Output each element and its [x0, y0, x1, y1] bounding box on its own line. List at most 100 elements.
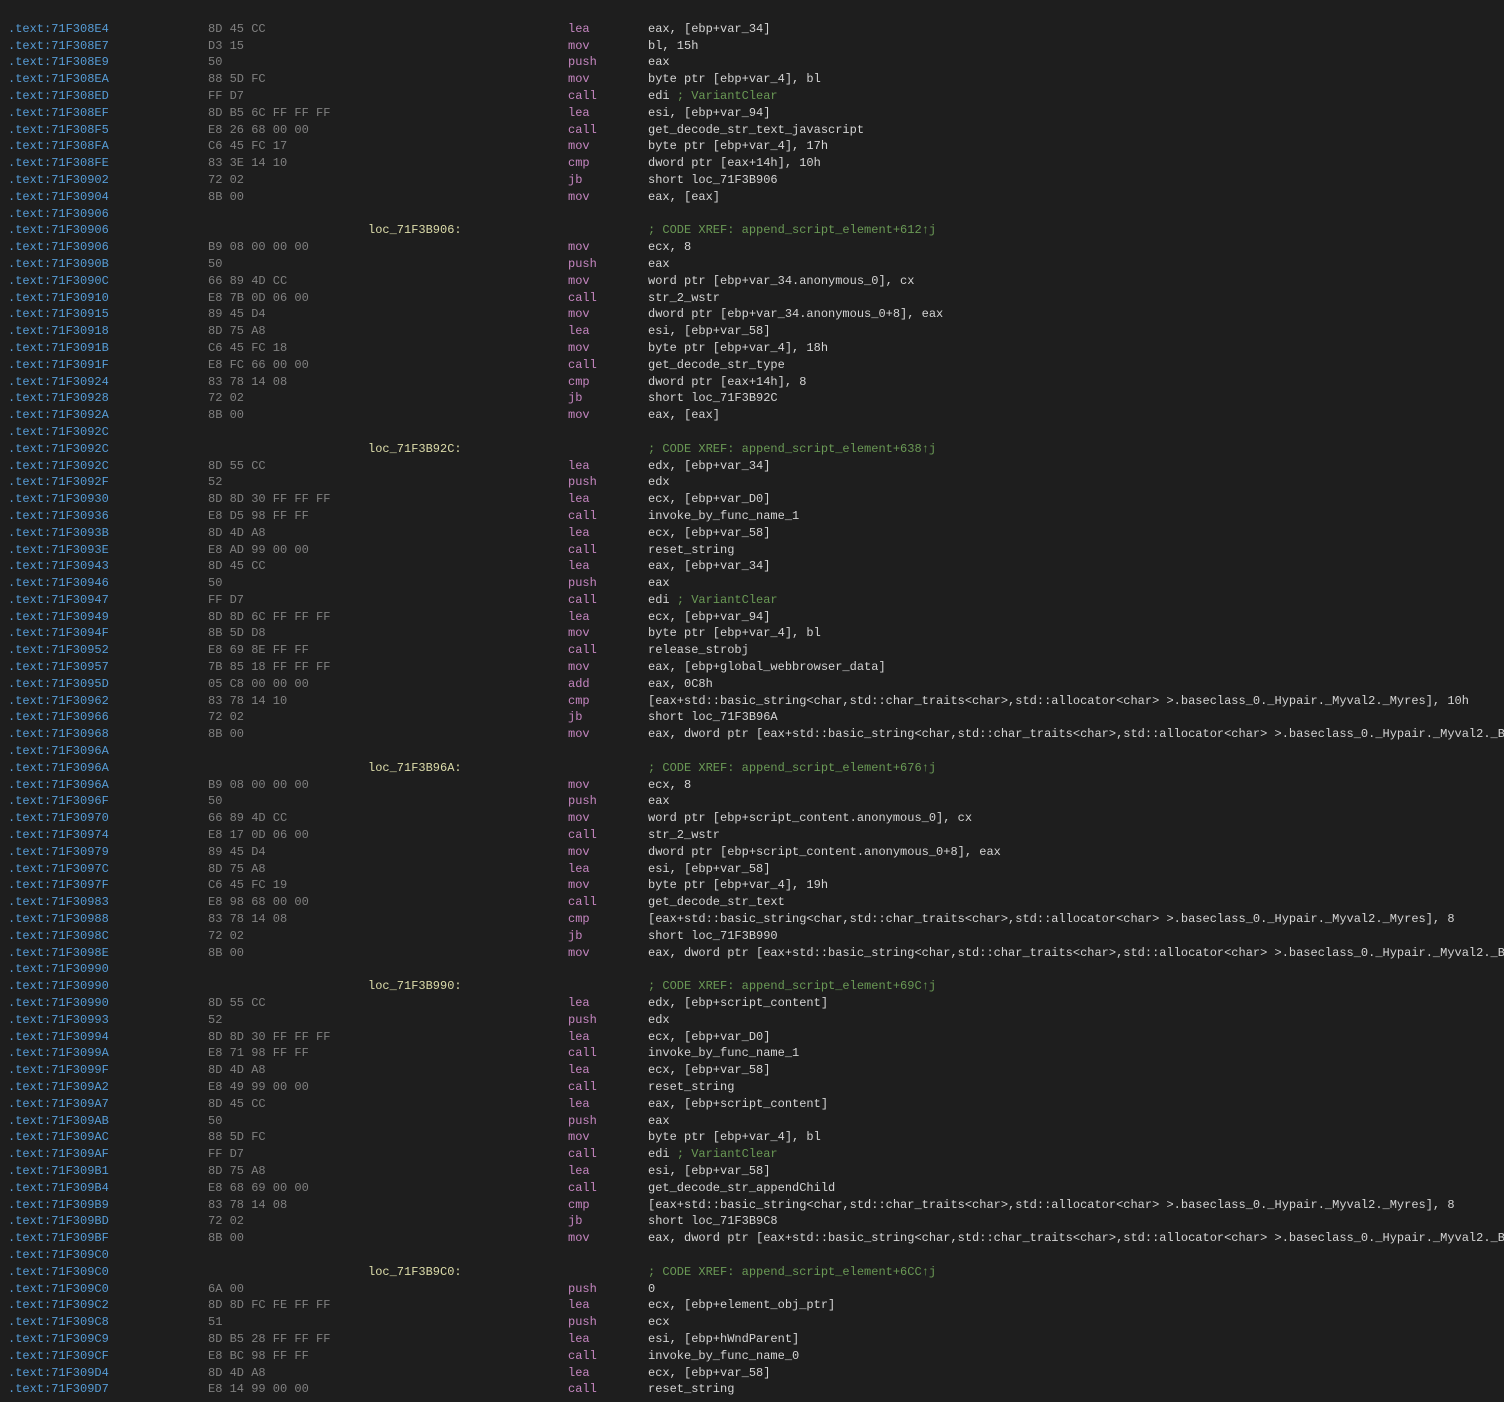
code-line[interactable]: .text:71F3092C [0, 424, 1504, 441]
code-line[interactable]: .text:71F309AC88 5D FCmovbyte ptr [ebp+v… [0, 1129, 1504, 1146]
code-line[interactable]: .text:71F308EF8D B5 6C FF FF FFleaesi, [… [0, 105, 1504, 122]
code-line[interactable]: .text:71F3094F8B 5D D8movbyte ptr [ebp+v… [0, 625, 1504, 642]
code-line[interactable]: .text:71F30990loc_71F3B990:; CODE XREF: … [0, 978, 1504, 995]
code-line[interactable]: .text:71F30974E8 17 0D 06 00callstr_2_ws… [0, 827, 1504, 844]
code-line[interactable]: .text:71F3097066 89 4D CCmovword ptr [eb… [0, 810, 1504, 827]
code-line[interactable]: .text:71F309D48D 4D A8leaecx, [ebp+var_5… [0, 1365, 1504, 1382]
code-line[interactable]: .text:71F30936E8 D5 98 FF FFcallinvoke_b… [0, 508, 1504, 525]
code-line[interactable]: .text:71F308EDFF D7calledi ; VariantClea… [0, 88, 1504, 105]
code-line[interactable]: .text:71F3090B50pusheax [0, 256, 1504, 273]
address: .text:71F30904 [8, 189, 208, 206]
address: .text:71F3095D [8, 676, 208, 693]
code-line[interactable]: .text:71F308E7D3 15movbl, 15h [0, 38, 1504, 55]
code-line[interactable]: .text:71F30990 [0, 961, 1504, 978]
address: .text:71F3091F [8, 357, 208, 374]
code-line[interactable]: .text:71F3092483 78 14 08cmpdword ptr [e… [0, 374, 1504, 391]
code-line[interactable]: .text:71F309CFE8 BC 98 FF FFcallinvoke_b… [0, 1348, 1504, 1365]
code-line[interactable]: .text:71F3092872 02jbshort loc_71F3B92C [0, 390, 1504, 407]
code-line[interactable]: .text:71F3090272 02jbshort loc_71F3B906 [0, 172, 1504, 189]
code-line[interactable]: .text:71F3095D05 C8 00 00 00addeax, 0C8h [0, 676, 1504, 693]
code-line[interactable]: .text:71F309948D 8D 30 FF FF FFleaecx, [… [0, 1029, 1504, 1046]
code-line[interactable]: .text:71F309B983 78 14 08cmp[eax+std::ba… [0, 1197, 1504, 1214]
code-line[interactable]: .text:71F309908D 55 CCleaedx, [ebp+scrip… [0, 995, 1504, 1012]
code-line[interactable]: .text:71F309C28D 8D FC FE FF FFleaecx, [… [0, 1297, 1504, 1314]
code-line[interactable]: .text:71F3096672 02jbshort loc_71F3B96A [0, 709, 1504, 726]
address: .text:71F309D4 [8, 1365, 208, 1382]
code-line[interactable]: .text:71F3091BC6 45 FC 18movbyte ptr [eb… [0, 340, 1504, 357]
code-line[interactable]: .text:71F3097C8D 75 A8leaesi, [ebp+var_5… [0, 861, 1504, 878]
code-line[interactable]: .text:71F308E48D 45 CCleaeax, [ebp+var_3… [0, 21, 1504, 38]
code-line[interactable]: .text:71F309C851pushecx [0, 1314, 1504, 1331]
code-line[interactable]: .text:71F3093EE8 AD 99 00 00callreset_st… [0, 542, 1504, 559]
code-line[interactable]: .text:71F309577B 85 18 FF FF FFmoveax, [… [0, 659, 1504, 676]
code-line[interactable]: .text:71F30906 [0, 206, 1504, 223]
code-line[interactable]: .text:71F3096AB9 08 00 00 00movecx, 8 [0, 777, 1504, 794]
code-line[interactable]: .text:71F309C0loc_71F3B9C0:; CODE XREF: … [0, 1264, 1504, 1281]
disassembly-view: .text:71F308E48D 45 CCleaeax, [ebp+var_3… [0, 0, 1504, 1402]
address: .text:71F3090C [8, 273, 208, 290]
code-line[interactable]: .text:71F308EA88 5D FCmovbyte ptr [ebp+v… [0, 71, 1504, 88]
code-line[interactable]: .text:71F309C0 [0, 1247, 1504, 1264]
address: .text:71F30983 [8, 894, 208, 911]
code-line[interactable]: .text:71F3092C8D 55 CCleaedx, [ebp+var_3… [0, 458, 1504, 475]
mnemonic: jb [568, 709, 648, 726]
code-line[interactable]: .text:71F3096F50pusheax [0, 793, 1504, 810]
code-line[interactable]: .text:71F3096283 78 14 10cmp[eax+std::ba… [0, 693, 1504, 710]
address: .text:71F30946 [8, 575, 208, 592]
code-line[interactable]: .text:71F3091589 45 D4movdword ptr [ebp+… [0, 306, 1504, 323]
code-line[interactable]: .text:71F3099F8D 4D A8leaecx, [ebp+var_5… [0, 1062, 1504, 1079]
code-line[interactable]: .text:71F309048B 00moveax, [eax] [0, 189, 1504, 206]
code-line[interactable]: .text:71F309AFFF D7calledi ; VariantClea… [0, 1146, 1504, 1163]
code-line[interactable]: .text:71F30906loc_71F3B906:; CODE XREF: … [0, 222, 1504, 239]
operands: get_decode_str_text_javascript [648, 122, 1496, 139]
operands: edi ; VariantClear [648, 592, 1496, 609]
code-line[interactable]: .text:71F309438D 45 CCleaeax, [ebp+var_3… [0, 558, 1504, 575]
label [368, 877, 568, 894]
code-line[interactable]: .text:71F3098C72 02jbshort loc_71F3B990 [0, 928, 1504, 945]
code-line[interactable]: .text:71F3091FE8 FC 66 00 00callget_deco… [0, 357, 1504, 374]
address: .text:71F30947 [8, 592, 208, 609]
code-line[interactable]: .text:71F309BF8B 00moveax, dword ptr [ea… [0, 1230, 1504, 1247]
code-line[interactable]: .text:71F3092Cloc_71F3B92C:; CODE XREF: … [0, 441, 1504, 458]
code-line[interactable]: .text:71F309D7E8 14 99 00 00callreset_st… [0, 1381, 1504, 1398]
code-line[interactable]: .text:71F3096Aloc_71F3B96A:; CODE XREF: … [0, 760, 1504, 777]
code-line[interactable]: .text:71F30947FF D7calledi ; VariantClea… [0, 592, 1504, 609]
code-line[interactable]: .text:71F309B18D 75 A8leaesi, [ebp+var_5… [0, 1163, 1504, 1180]
code-line[interactable]: .text:71F308F5E8 26 68 00 00callget_deco… [0, 122, 1504, 139]
label [368, 1096, 568, 1113]
code-line[interactable]: .text:71F309A2E8 49 99 00 00callreset_st… [0, 1079, 1504, 1096]
code-line[interactable]: .text:71F3099AE8 71 98 FF FFcallinvoke_b… [0, 1045, 1504, 1062]
code-line[interactable]: .text:71F309308D 8D 30 FF FF FFleaecx, [… [0, 491, 1504, 508]
code-line[interactable]: .text:71F309BD72 02jbshort loc_71F3B9C8 [0, 1213, 1504, 1230]
code-line[interactable]: .text:71F309A78D 45 CCleaeax, [ebp+scrip… [0, 1096, 1504, 1113]
code-line[interactable]: .text:71F30910E8 7B 0D 06 00callstr_2_ws… [0, 290, 1504, 307]
code-line[interactable]: .text:71F3098E8B 00moveax, dword ptr [ea… [0, 945, 1504, 962]
code-line[interactable]: .text:71F30952E8 69 8E FF FFcallrelease_… [0, 642, 1504, 659]
code-line[interactable]: .text:71F3092F52pushedx [0, 474, 1504, 491]
code-line[interactable]: .text:71F308E950pusheax [0, 54, 1504, 71]
code-line[interactable]: .text:71F309AB50pusheax [0, 1113, 1504, 1130]
code-line[interactable]: .text:71F3097989 45 D4movdword ptr [ebp+… [0, 844, 1504, 861]
code-line[interactable]: .text:71F309498D 8D 6C FF FF FFleaecx, [… [0, 609, 1504, 626]
code-line[interactable]: .text:71F3098883 78 14 08cmp[eax+std::ba… [0, 911, 1504, 928]
code-line[interactable]: .text:71F309188D 75 A8leaesi, [ebp+var_5… [0, 323, 1504, 340]
code-line[interactable]: .text:71F3096A [0, 743, 1504, 760]
bytes: 83 78 14 08 [208, 374, 368, 391]
code-line[interactable]: .text:71F30906B9 08 00 00 00movecx, 8 [0, 239, 1504, 256]
code-line[interactable]: .text:71F3099352pushedx [0, 1012, 1504, 1029]
mnemonic: push [568, 474, 648, 491]
code-line[interactable]: .text:71F309C98D B5 28 FF FF FFleaesi, [… [0, 1331, 1504, 1348]
code-line[interactable]: .text:71F308FAC6 45 FC 17movbyte ptr [eb… [0, 138, 1504, 155]
operands: eax, [ebp+script_content] [648, 1096, 1496, 1113]
code-line[interactable]: .text:71F3090C66 89 4D CCmovword ptr [eb… [0, 273, 1504, 290]
code-line[interactable]: .text:71F308FE83 3E 14 10cmpdword ptr [e… [0, 155, 1504, 172]
code-line[interactable]: .text:71F3097FC6 45 FC 19movbyte ptr [eb… [0, 877, 1504, 894]
code-line[interactable]: .text:71F309C06A 00push0 [0, 1281, 1504, 1298]
code-line[interactable]: .text:71F3093B8D 4D A8leaecx, [ebp+var_5… [0, 525, 1504, 542]
code-line[interactable]: .text:71F30983E8 98 68 00 00callget_deco… [0, 894, 1504, 911]
code-line[interactable]: .text:71F309688B 00moveax, dword ptr [ea… [0, 726, 1504, 743]
code-line[interactable]: .text:71F3092A8B 00moveax, [eax] [0, 407, 1504, 424]
operands: dword ptr [ebp+var_34.anonymous_0+8], ea… [648, 306, 1496, 323]
code-line[interactable]: .text:71F3094650pusheax [0, 575, 1504, 592]
code-line[interactable]: .text:71F309B4E8 68 69 00 00callget_deco… [0, 1180, 1504, 1197]
